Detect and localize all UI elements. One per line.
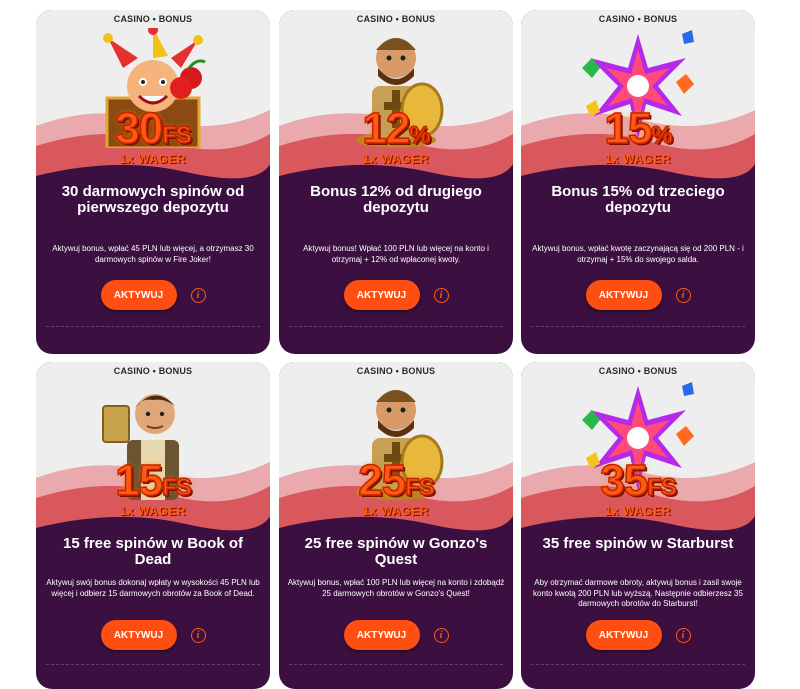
card-actions: AKTYWUJ i (36, 620, 270, 650)
bonus-card: CASINO • BONUS 12% 1x WAGER Bonus 12% od… (279, 10, 513, 354)
dashed-divider (46, 326, 260, 327)
card-title: Bonus 15% od trzeciego depozytu (551, 183, 725, 216)
card-category: CASINO • BONUS (356, 14, 436, 24)
card-description: Aby otrzymać darmowe obroty, aktywuj bon… (533, 578, 743, 608)
card-category: CASINO • BONUS (113, 14, 193, 24)
card-actions: AKTYWUJ i (279, 620, 513, 650)
info-icon[interactable]: i (190, 627, 206, 643)
bonus-value: 15% (521, 103, 755, 154)
dashed-divider (46, 664, 260, 665)
dashed-divider (531, 664, 745, 665)
bonus-card: CASINO • BONUS 35FS 1x WAGER 35 free spi… (521, 362, 755, 689)
wager-label: 1x WAGER (604, 152, 671, 166)
card-actions: AKTYWUJ i (521, 280, 755, 310)
bonus-unit: % (651, 121, 674, 150)
bonus-amount: 15 (114, 455, 163, 506)
card-category: CASINO • BONUS (598, 366, 678, 376)
dashed-divider (289, 664, 503, 665)
bonus-card: CASINO • BONUS 25FS 1x WAGER 25 free spi… (279, 362, 513, 689)
bonus-unit: % (409, 121, 432, 150)
card-title: 25 free spinów w Gonzo's Quest (304, 535, 488, 568)
bonus-amount: 30 (114, 103, 163, 154)
activate-button[interactable]: AKTYWUJ (343, 620, 420, 650)
bonus-unit: FS (161, 473, 192, 502)
info-icon[interactable]: i (433, 287, 449, 303)
bonus-value: 15FS (36, 455, 270, 506)
card-title: 35 free spinów w Starburst (542, 535, 734, 552)
activate-button[interactable]: AKTYWUJ (100, 620, 177, 650)
card-description: Aktywuj swój bonus dokonaj wpłaty w wyso… (46, 578, 260, 598)
bonus-unit: FS (646, 473, 677, 502)
activate-button[interactable]: AKTYWUJ (100, 280, 177, 310)
bonus-value: 30FS (36, 103, 270, 154)
activate-button[interactable]: AKTYWUJ (585, 620, 662, 650)
info-icon[interactable]: i (433, 627, 449, 643)
bonus-unit: FS (404, 473, 435, 502)
dashed-divider (531, 326, 745, 327)
activate-button[interactable]: AKTYWUJ (343, 280, 420, 310)
card-actions: AKTYWUJ i (279, 280, 513, 310)
card-title: Bonus 12% od drugiego depozytu (310, 183, 482, 216)
wager-label: 1x WAGER (362, 152, 429, 166)
card-title: 30 darmowych spinów od pierwszego depozy… (61, 183, 245, 216)
card-description: Aktywuj bonus, wpłać kwotę zaczynającą s… (532, 244, 744, 264)
wager-label: 1x WAGER (119, 152, 186, 166)
card-category: CASINO • BONUS (598, 14, 678, 24)
wager-label: 1x WAGER (604, 504, 671, 518)
bonus-amount: 25 (357, 455, 406, 506)
card-actions: AKTYWUJ i (36, 280, 270, 310)
card-description: Aktywuj bonus! Wpłać 100 PLN lub więcej … (303, 244, 489, 264)
wager-label: 1x WAGER (119, 504, 186, 518)
card-title: 15 free spinów w Book of Dead (62, 535, 244, 568)
info-icon[interactable]: i (675, 627, 691, 643)
card-category: CASINO • BONUS (356, 366, 436, 376)
bonus-unit: FS (161, 121, 192, 150)
bonus-card: CASINO • BONUS 15% 1x WAGER Bonus 15% od… (521, 10, 755, 354)
info-icon[interactable]: i (190, 287, 206, 303)
wager-label: 1x WAGER (362, 504, 429, 518)
bonus-amount: 15 (604, 103, 653, 154)
bonus-amount: 12 (362, 103, 411, 154)
activate-button[interactable]: AKTYWUJ (585, 280, 662, 310)
card-description: Aktywuj bonus, wpłać 100 PLN lub więcej … (287, 578, 505, 598)
bonus-value: 12% (279, 103, 513, 154)
info-icon[interactable]: i (675, 287, 691, 303)
bonus-amount: 35 (599, 455, 648, 506)
bonus-value: 35FS (521, 455, 755, 506)
card-description: Aktywuj bonus, wpłać 45 PLN lub więcej, … (52, 244, 254, 264)
bonus-value: 25FS (279, 455, 513, 506)
bonus-card: CASINO • BONUS 15FS 1x WAGER 15 free spi… (36, 362, 270, 689)
dashed-divider (289, 326, 503, 327)
card-actions: AKTYWUJ i (521, 620, 755, 650)
bonus-card: CASINO • BONUS 30FS 1x WAGER 30 darmowyc… (36, 10, 270, 354)
card-category: CASINO • BONUS (113, 366, 193, 376)
